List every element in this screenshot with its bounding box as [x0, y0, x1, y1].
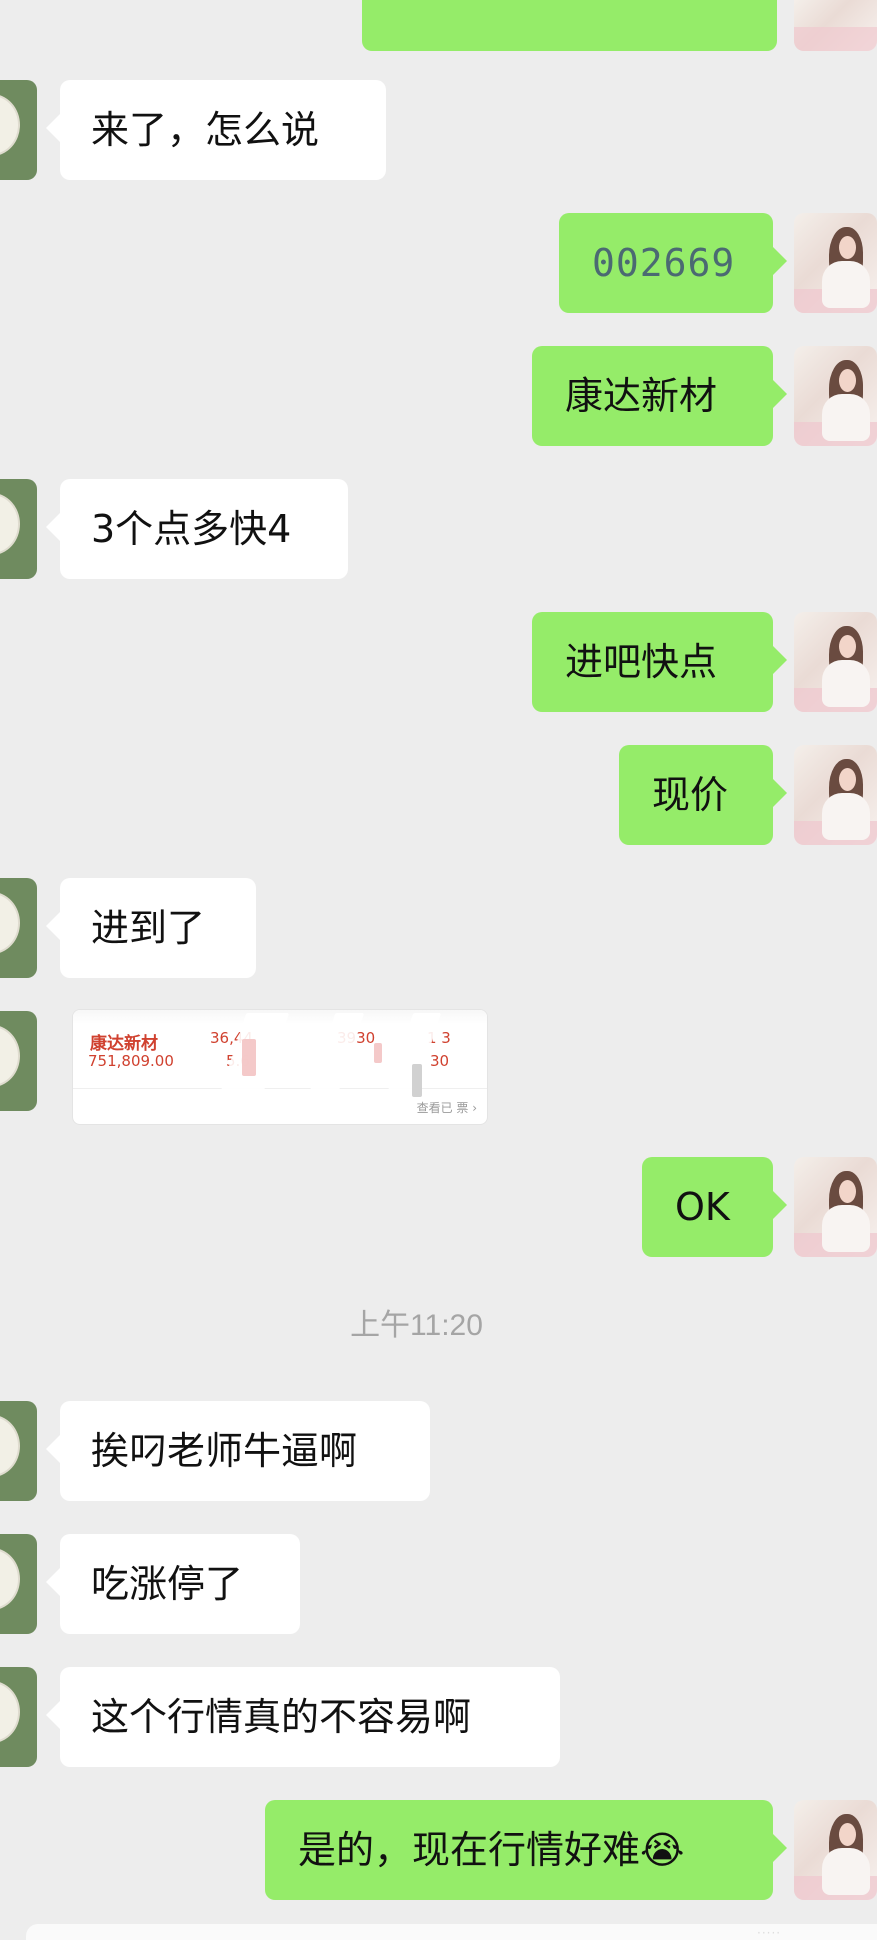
self-avatar-icon[interactable] — [794, 1800, 877, 1900]
stock-position-card[interactable]: 康达新材 751,809.00 36,44 5.6 3930 1 3 30 查看… — [72, 1009, 488, 1125]
stock-card-divider — [73, 1088, 487, 1089]
self-avatar-icon[interactable] — [794, 612, 877, 712]
message-bubble-incoming[interactable]: 吃涨停了 — [46, 1534, 300, 1634]
message-bubble-outgoing[interactable]: OK — [642, 1157, 787, 1257]
flower-avatar-face — [0, 1548, 20, 1610]
chat-timestamp: 上午11:20 — [350, 1309, 483, 1342]
privacy-mask-red — [374, 1043, 382, 1063]
flower-avatar-face — [0, 1681, 20, 1743]
bottom-input-edge — [26, 1924, 877, 1940]
message-bubble-incoming[interactable]: 来了，怎么说 — [46, 80, 386, 180]
self-avatar-icon[interactable] — [794, 745, 877, 845]
avatar-face — [839, 768, 856, 791]
avatar-face — [839, 1180, 856, 1203]
stock-amount: 751,809.00 — [88, 1052, 174, 1070]
flower-avatar-face — [0, 493, 20, 555]
avatar-body — [822, 1205, 870, 1252]
message-bubble-incoming[interactable]: 挨叼老师牛逼啊 — [46, 1401, 430, 1501]
message-bubble-outgoing[interactable]: 进吧快点 — [532, 612, 787, 712]
avatar-pink-background — [794, 27, 877, 51]
avatar-body — [822, 261, 870, 308]
message-bubble-incoming[interactable]: 这个行情真的不容易啊 — [46, 1667, 560, 1767]
avatar-face — [839, 236, 856, 259]
flower-avatar-face — [0, 1415, 20, 1477]
message-bubble-outgoing[interactable]: 康达新材 — [532, 346, 787, 446]
avatar-face — [839, 635, 856, 658]
contact-avatar-icon[interactable] — [0, 1534, 37, 1634]
message-bubble-incoming[interactable]: 进到了 — [46, 878, 256, 978]
contact-avatar-icon[interactable] — [0, 878, 37, 978]
message-bubble-outgoing[interactable]: 是的，现在行情好难😭 — [265, 1800, 787, 1900]
stock-name: 康达新材 — [90, 1034, 158, 1054]
self-avatar-icon[interactable] — [794, 213, 877, 313]
contact-avatar-icon[interactable] — [0, 80, 37, 180]
chat-screen: 来了，怎么说 002669 康达新材 3个点多快4 进吧快点 现价 进到了 康达… — [0, 0, 877, 1940]
message-bubble-incoming[interactable]: 3个点多快4 — [46, 479, 348, 579]
self-avatar-icon[interactable] — [794, 346, 877, 446]
flower-avatar-face — [0, 1025, 20, 1087]
self-avatar-icon[interactable] — [794, 1157, 877, 1257]
partial-self-avatar — [794, 0, 877, 51]
avatar-body — [822, 793, 870, 840]
avatar-body — [822, 660, 870, 707]
stock-card-link[interactable]: 查看已 票 › — [417, 1099, 477, 1116]
flower-avatar-face — [0, 892, 20, 954]
avatar-body — [822, 1848, 870, 1895]
contact-avatar-icon[interactable] — [0, 479, 37, 579]
flower-avatar-face — [0, 94, 20, 156]
stock-value-5: 30 — [430, 1052, 450, 1070]
message-bubble-outgoing[interactable]: 002669 — [559, 213, 787, 313]
contact-avatar-icon[interactable] — [0, 1011, 37, 1111]
bottom-decorative-dots: ····· — [757, 1926, 782, 1940]
avatar-face — [839, 369, 856, 392]
message-bubble-outgoing[interactable]: 现价 — [619, 745, 787, 845]
privacy-mask-gray — [412, 1064, 422, 1097]
privacy-mask — [300, 1013, 365, 1119]
avatar-body — [822, 394, 870, 441]
partial-outgoing-message — [362, 0, 777, 51]
contact-avatar-icon[interactable] — [0, 1401, 37, 1501]
contact-avatar-icon[interactable] — [0, 1667, 37, 1767]
avatar-face — [839, 1823, 856, 1846]
privacy-mask-red — [242, 1039, 256, 1076]
